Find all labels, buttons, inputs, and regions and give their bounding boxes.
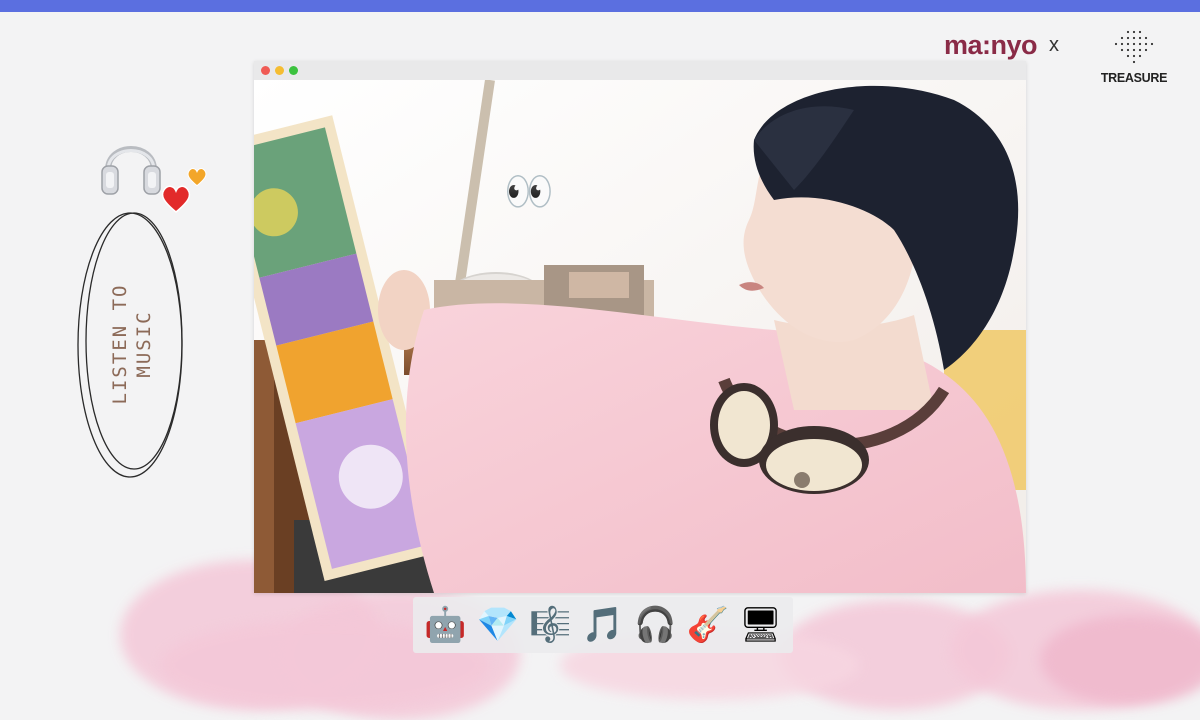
brand-header: ma:nyo x: [944, 30, 1059, 61]
music-score-icon[interactable]: 🎼: [528, 603, 572, 647]
minimize-window-button[interactable]: [275, 66, 284, 75]
musical-notes-icon[interactable]: 🎵: [581, 603, 625, 647]
photo-illustration: [254, 80, 1026, 593]
label-line-1: LISTEN TO: [109, 283, 131, 405]
brand-separator: x: [1049, 34, 1060, 56]
desktop-computer-icon[interactable]: 🖥: [739, 603, 783, 647]
eyes-emoji-sticker: 👀: [504, 169, 554, 215]
label-line-2: MUSIC: [133, 310, 155, 378]
guitar-icon[interactable]: 🎸: [686, 603, 730, 647]
top-accent-bar: [0, 0, 1200, 12]
photo-window: 👀: [254, 61, 1026, 593]
app-dock: 🤖 💎 🎼 🎵 🎧 🎸 🖥: [413, 597, 793, 653]
robot-icon[interactable]: 🤖: [423, 603, 467, 647]
treasure-logo: TREASURE: [1094, 28, 1174, 88]
headphones-sticker-icon: [100, 130, 162, 202]
treasure-dots-icon: [1114, 30, 1154, 64]
close-window-button[interactable]: [261, 66, 270, 75]
listen-to-music-label: LISTEN TO MUSIC: [68, 205, 196, 483]
orange-heart-icon: [186, 167, 208, 191]
listen-to-music-text: LISTEN TO MUSIC: [108, 244, 156, 444]
gem-icon[interactable]: 💎: [476, 603, 520, 647]
manyo-logo: ma:nyo: [944, 30, 1038, 60]
photo-content: 👀: [254, 80, 1026, 593]
window-titlebar: [254, 61, 1026, 80]
treasure-wordmark: TREASURE: [1100, 71, 1168, 85]
maximize-window-button[interactable]: [289, 66, 298, 75]
headphones-icon[interactable]: 🎧: [634, 603, 678, 647]
